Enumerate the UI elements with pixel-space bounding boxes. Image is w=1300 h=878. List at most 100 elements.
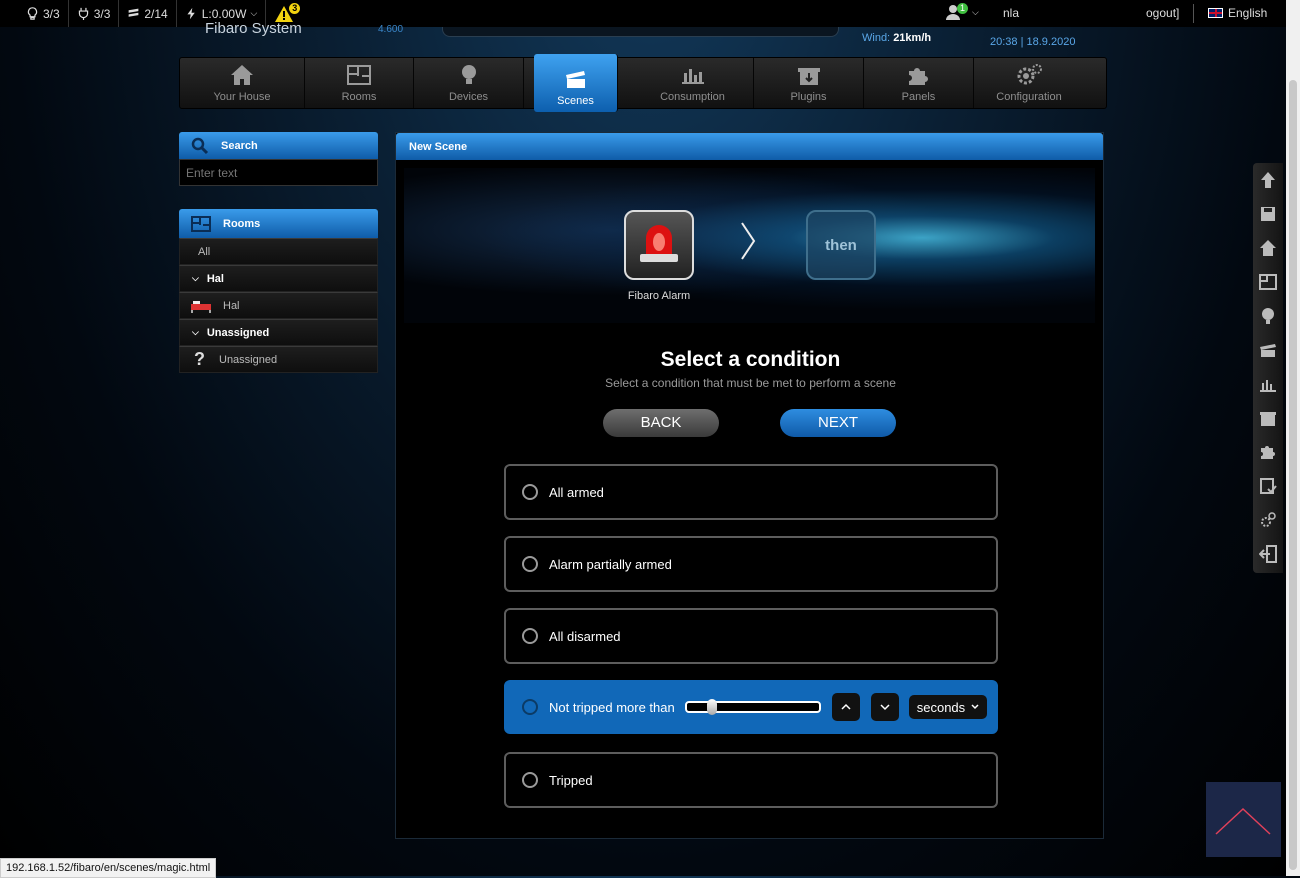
option-all-armed[interactable]: All armed (504, 464, 998, 520)
checklist-icon[interactable] (1253, 469, 1283, 503)
room-item-hal[interactable]: Hal (179, 292, 378, 319)
search-icon (191, 137, 209, 154)
decrease-button[interactable] (870, 693, 899, 721)
new-scene-panel: New Scene Fibaro Alarm then Select a con… (395, 132, 1104, 839)
version: 4.600 (378, 24, 404, 35)
house-icon[interactable] (1253, 231, 1283, 265)
tab-plugins[interactable]: Plugins (754, 58, 864, 108)
save-icon[interactable] (1253, 197, 1283, 231)
lights-count: 3/3 (43, 6, 60, 21)
option-all-disarmed[interactable]: All disarmed (504, 608, 998, 664)
siren-icon (640, 225, 678, 262)
chevron-down-icon: ⌵ (192, 327, 199, 337)
logout-icon[interactable] (1253, 537, 1283, 571)
chevron-right-icon (741, 222, 756, 260)
scenes-icon (565, 71, 585, 88)
tab-scenes[interactable]: Scenes (534, 54, 618, 112)
room-item-unassigned[interactable]: ? Unassigned (179, 346, 378, 373)
room-group-unassigned[interactable]: ⌵ Unassigned (179, 319, 378, 346)
option-label: All armed (549, 484, 604, 500)
option-label: Alarm partially armed (549, 556, 672, 572)
step-then[interactable]: then (806, 210, 876, 280)
right-toolbar (1253, 163, 1283, 573)
tab-consumption[interactable]: Consumption (632, 58, 754, 108)
new-scene-header: New Scene (396, 133, 1103, 160)
power-value: L:0.00W (201, 6, 247, 21)
tab-label: Panels (901, 91, 936, 103)
scrollbar-thumb[interactable] (1289, 80, 1297, 870)
chart-icon[interactable] (1253, 367, 1283, 401)
radio-button[interactable] (522, 772, 538, 788)
puzzle-icon[interactable] (1253, 435, 1283, 469)
wind-label: Wind: (862, 32, 891, 44)
tab-label: Rooms (341, 91, 377, 103)
plugs-status[interactable]: 3/3 (69, 0, 120, 27)
radio-button[interactable] (522, 556, 538, 572)
plugin-box-icon[interactable] (1253, 401, 1283, 435)
logout-link[interactable]: ogout] (1146, 6, 1179, 20)
divider (1193, 4, 1194, 23)
scroll-to-top-button[interactable] (1206, 782, 1281, 857)
step-fibaro-alarm[interactable] (624, 210, 694, 280)
chevron-down-icon (971, 704, 979, 710)
uk-flag-icon (1208, 8, 1223, 18)
wind-value: 21km/h (893, 32, 932, 44)
next-button[interactable]: NEXT (780, 409, 896, 437)
header-panel (442, 27, 839, 37)
chevron-up-icon (1215, 807, 1271, 835)
tab-label: Devices (448, 91, 489, 103)
radio-button[interactable] (522, 628, 538, 644)
up-arrow-icon[interactable] (1253, 163, 1283, 197)
page-scrollbar[interactable] (1286, 0, 1300, 876)
chevron-down-icon: ⌵ (250, 8, 258, 18)
language-label: English (1228, 6, 1268, 20)
bulb-icon[interactable] (1253, 299, 1283, 333)
lightning-icon (187, 7, 195, 20)
brand-logo: Fibaro System (205, 20, 302, 37)
blinds-status[interactable]: 2/14 (119, 0, 177, 27)
tab-devices[interactable]: Devices (414, 58, 524, 108)
chevron-down-icon: ⌵ (972, 6, 979, 17)
room-label: Hal (223, 299, 240, 312)
tab-rooms[interactable]: Rooms (305, 58, 414, 108)
bed-icon (191, 300, 211, 313)
unit-select[interactable]: seconds (908, 695, 988, 719)
tab-panels[interactable]: Panels (864, 58, 974, 108)
option-alarm-partially-armed[interactable]: Alarm partially armed (504, 536, 998, 592)
question-icon: ? (194, 349, 205, 369)
tab-label: Configuration (996, 91, 1062, 103)
search-input[interactable] (179, 159, 378, 186)
increase-button[interactable] (831, 693, 860, 721)
bulb-icon (27, 7, 38, 20)
language-selector[interactable]: English (1208, 6, 1267, 20)
duration-slider[interactable] (684, 699, 821, 715)
back-button[interactable]: BACK (603, 409, 719, 437)
room-group-label: Unassigned (206, 326, 270, 339)
chevron-up-icon (841, 703, 851, 710)
radio-button[interactable] (522, 484, 538, 500)
search-panel: Search (179, 132, 378, 186)
room-label: Unassigned (219, 353, 278, 366)
rooms-icon[interactable] (1253, 265, 1283, 299)
option-not-tripped-more-than[interactable]: Not tripped more than seconds (504, 680, 998, 734)
datetime: 20:38 | 18.9.2020 (990, 36, 1076, 48)
tab-label: Scenes (557, 95, 594, 107)
chart-icon (681, 69, 704, 84)
tab-your-house[interactable]: Your House (180, 58, 305, 108)
scenes-icon[interactable] (1253, 333, 1283, 367)
house-icon (231, 65, 253, 85)
search-title: Search (221, 139, 258, 152)
user-menu[interactable]: 1 ⌵ (945, 2, 979, 20)
room-group-hal[interactable]: ⌵ Hal (179, 265, 378, 292)
room-item-all[interactable]: All (179, 238, 378, 265)
radio-button[interactable] (522, 699, 538, 715)
tab-configuration[interactable]: Configuration (974, 58, 1084, 108)
page-title: Select a condition (660, 348, 841, 371)
rooms-header: Rooms (179, 209, 378, 238)
room-group-label: Hal (206, 272, 224, 285)
lights-status[interactable]: 3/3 (0, 0, 69, 27)
slider-handle[interactable] (706, 699, 717, 715)
option-label: All disarmed (549, 628, 621, 644)
option-tripped[interactable]: Tripped (504, 752, 998, 808)
gear-icon[interactable] (1253, 503, 1283, 537)
